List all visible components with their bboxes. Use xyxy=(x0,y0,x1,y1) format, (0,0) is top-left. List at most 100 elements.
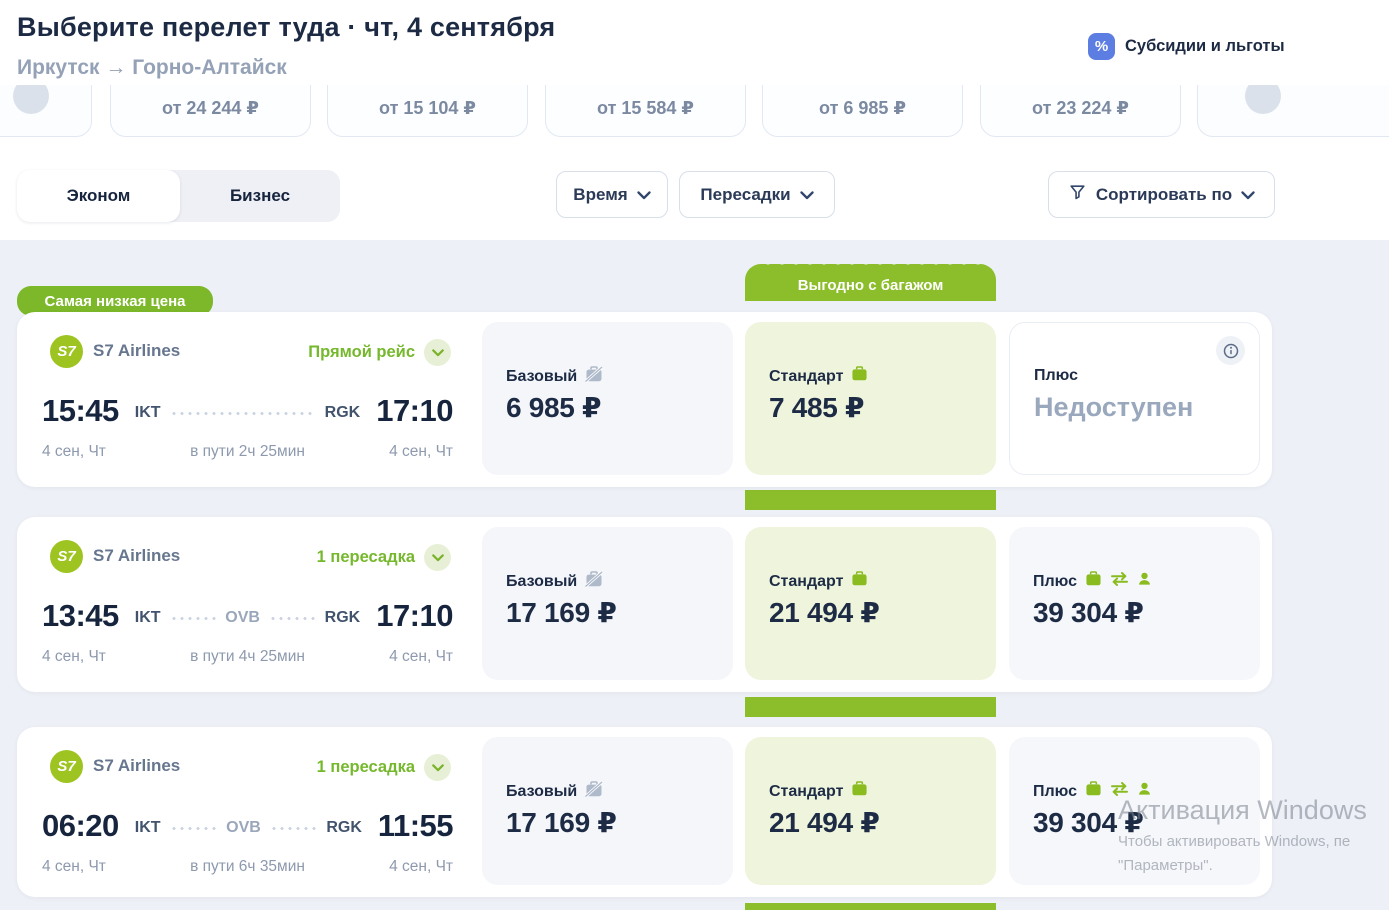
fare-standard[interactable]: Стандарт 21 494 ₽ xyxy=(745,527,996,680)
time-filter-button[interactable]: Время xyxy=(556,171,668,218)
route-dots xyxy=(170,617,217,620)
no-baggage-icon xyxy=(585,366,603,388)
depart-time: 06:20 xyxy=(42,808,119,844)
chevron-down-icon xyxy=(637,185,651,205)
fare-plus-label: Плюс xyxy=(1033,783,1077,801)
depart-date: 4 сен, Чт xyxy=(42,648,142,666)
time-filter-label: Время xyxy=(573,185,627,205)
s7-logo: S7 xyxy=(50,750,83,783)
info-icon[interactable] xyxy=(1216,336,1245,365)
exchange-icon xyxy=(1110,782,1129,801)
route-dots xyxy=(170,827,218,830)
fare-standard-price: 7 485 ₽ xyxy=(769,391,864,424)
fare-plus-status: Недоступен xyxy=(1034,392,1193,423)
expand-flight-button[interactable] xyxy=(424,339,451,366)
expand-flight-button[interactable] xyxy=(424,544,451,571)
fare-plus[interactable]: Плюс 39 304 ₽ xyxy=(1009,527,1260,680)
fare-plus-label: Плюс xyxy=(1033,573,1077,591)
page-title: Выберите перелет туда · чт, 4 сентября xyxy=(17,12,555,43)
sort-label: Сортировать по xyxy=(1096,185,1232,205)
via-airport-code: OVB xyxy=(225,609,260,627)
fare-plus: Плюс Недоступен xyxy=(1009,322,1260,475)
baggage-icon xyxy=(1085,781,1102,802)
carousel-card-partial-right[interactable] xyxy=(1197,85,1389,137)
fare-standard-price: 21 494 ₽ xyxy=(769,596,880,629)
baggage-icon xyxy=(1085,571,1102,592)
flight-row: S7 S7 Airlines 1 пересадка 06:20 IKT OVB… xyxy=(17,727,1272,897)
airline-name: S7 Airlines xyxy=(93,546,180,566)
chevron-down-icon xyxy=(800,185,814,205)
dates-row: 4 сен, Чт в пути 4ч 25мин 4 сен, Чт xyxy=(42,648,453,666)
chevron-down-icon xyxy=(1241,185,1255,205)
depart-airport-code: IKT xyxy=(135,404,161,422)
funnel-icon xyxy=(1068,183,1087,207)
fare-standard[interactable]: Стандарт 21 494 ₽ xyxy=(745,737,996,885)
tab-economy[interactable]: Эконом xyxy=(17,170,180,222)
depart-time: 15:45 xyxy=(42,393,119,429)
standard-column-strip xyxy=(745,903,996,910)
route-line: IKT OVB RGK xyxy=(135,815,362,837)
fare-basic[interactable]: Базовый 6 985 ₽ xyxy=(482,322,733,475)
exchange-icon xyxy=(1110,572,1129,591)
baggage-icon xyxy=(851,781,868,802)
flight-duration: в пути 2ч 25мин xyxy=(142,443,353,461)
fare-standard-label: Стандарт xyxy=(769,783,843,801)
stops-filter-label: Пересадки xyxy=(700,185,790,205)
route-dots xyxy=(270,827,318,830)
depart-date: 4 сен, Чт xyxy=(42,858,142,876)
no-baggage-icon xyxy=(585,571,603,593)
airline-name: S7 Airlines xyxy=(93,756,180,776)
carousel-card[interactable]: от 15 584 ₽ xyxy=(545,85,746,137)
depart-date: 4 сен, Чт xyxy=(42,443,142,461)
flight-duration: в пути 6ч 35мин xyxy=(142,858,353,876)
carousel-price: от 23 224 ₽ xyxy=(1032,98,1129,119)
flight-row: S7 S7 Airlines Прямой рейс 15:45 IKT RGK… xyxy=(17,312,1272,487)
arrive-time: 17:10 xyxy=(376,393,453,429)
percent-icon: % xyxy=(1088,33,1115,60)
fare-plus[interactable]: Плюс 39 304 ₽ xyxy=(1009,737,1260,885)
stops-info-link[interactable]: 1 пересадка xyxy=(197,758,415,777)
route-subtitle: Иркутск → Горно-Алтайск xyxy=(17,56,287,80)
baggage-deal-ribbon: Выгодно с багажом xyxy=(745,264,996,301)
carousel-card[interactable]: от 6 985 ₽ xyxy=(762,85,963,137)
fare-basic[interactable]: Базовый 17 169 ₽ xyxy=(482,527,733,680)
route-dots xyxy=(269,617,316,620)
fare-basic[interactable]: Базовый 17 169 ₽ xyxy=(482,737,733,885)
carousel-card[interactable]: от 24 244 ₽ xyxy=(110,85,311,137)
standard-column-strip xyxy=(745,697,996,717)
arrive-airport-code: RGK xyxy=(325,609,361,627)
fare-standard[interactable]: Стандарт 7 485 ₽ xyxy=(745,322,996,475)
expand-flight-button[interactable] xyxy=(424,754,451,781)
dates-row: 4 сен, Чт в пути 2ч 25мин 4 сен, Чт xyxy=(42,443,453,461)
baggage-icon xyxy=(851,366,868,387)
s7-logo: S7 xyxy=(50,540,83,573)
arrive-time: 17:10 xyxy=(376,598,453,634)
stops-info-link[interactable]: 1 пересадка xyxy=(197,548,415,567)
times-row: 15:45 IKT RGK 17:10 xyxy=(42,392,453,430)
carousel-card[interactable]: от 23 224 ₽ xyxy=(980,85,1181,137)
baggage-icon xyxy=(851,571,868,592)
fare-basic-price: 6 985 ₽ xyxy=(506,391,601,424)
dates-row: 4 сен, Чт в пути 6ч 35мин 4 сен, Чт xyxy=(42,858,453,876)
seat-icon xyxy=(1137,572,1152,591)
airline-name: S7 Airlines xyxy=(93,341,180,361)
carousel-card[interactable]: от 15 104 ₽ xyxy=(327,85,528,137)
fare-basic-price: 17 169 ₽ xyxy=(506,806,617,839)
fare-basic-price: 17 169 ₽ xyxy=(506,596,617,629)
fare-basic-label: Базовый xyxy=(506,368,577,386)
fare-plus-price: 39 304 ₽ xyxy=(1033,806,1144,839)
arrive-date: 4 сен, Чт xyxy=(353,443,453,461)
arrive-time: 11:55 xyxy=(378,808,453,844)
tab-business[interactable]: Бизнес xyxy=(180,170,340,222)
subsidies-button[interactable]: % Субсидии и льготы xyxy=(1088,33,1285,60)
sort-button[interactable]: Сортировать по xyxy=(1048,171,1275,218)
carousel-price: от 15 584 ₽ xyxy=(597,98,694,119)
fare-standard-label: Стандарт xyxy=(769,573,843,591)
route-line: IKT RGK xyxy=(135,400,360,422)
stops-filter-button[interactable]: Пересадки xyxy=(679,171,835,218)
stops-info-link[interactable]: Прямой рейс xyxy=(197,343,415,362)
arrive-airport-code: RGK xyxy=(326,819,362,837)
s7-logo: S7 xyxy=(50,335,83,368)
price-carousel: от 24 244 ₽ от 15 104 ₽ от 15 584 ₽ от 6… xyxy=(0,85,1389,138)
depart-time: 13:45 xyxy=(42,598,119,634)
